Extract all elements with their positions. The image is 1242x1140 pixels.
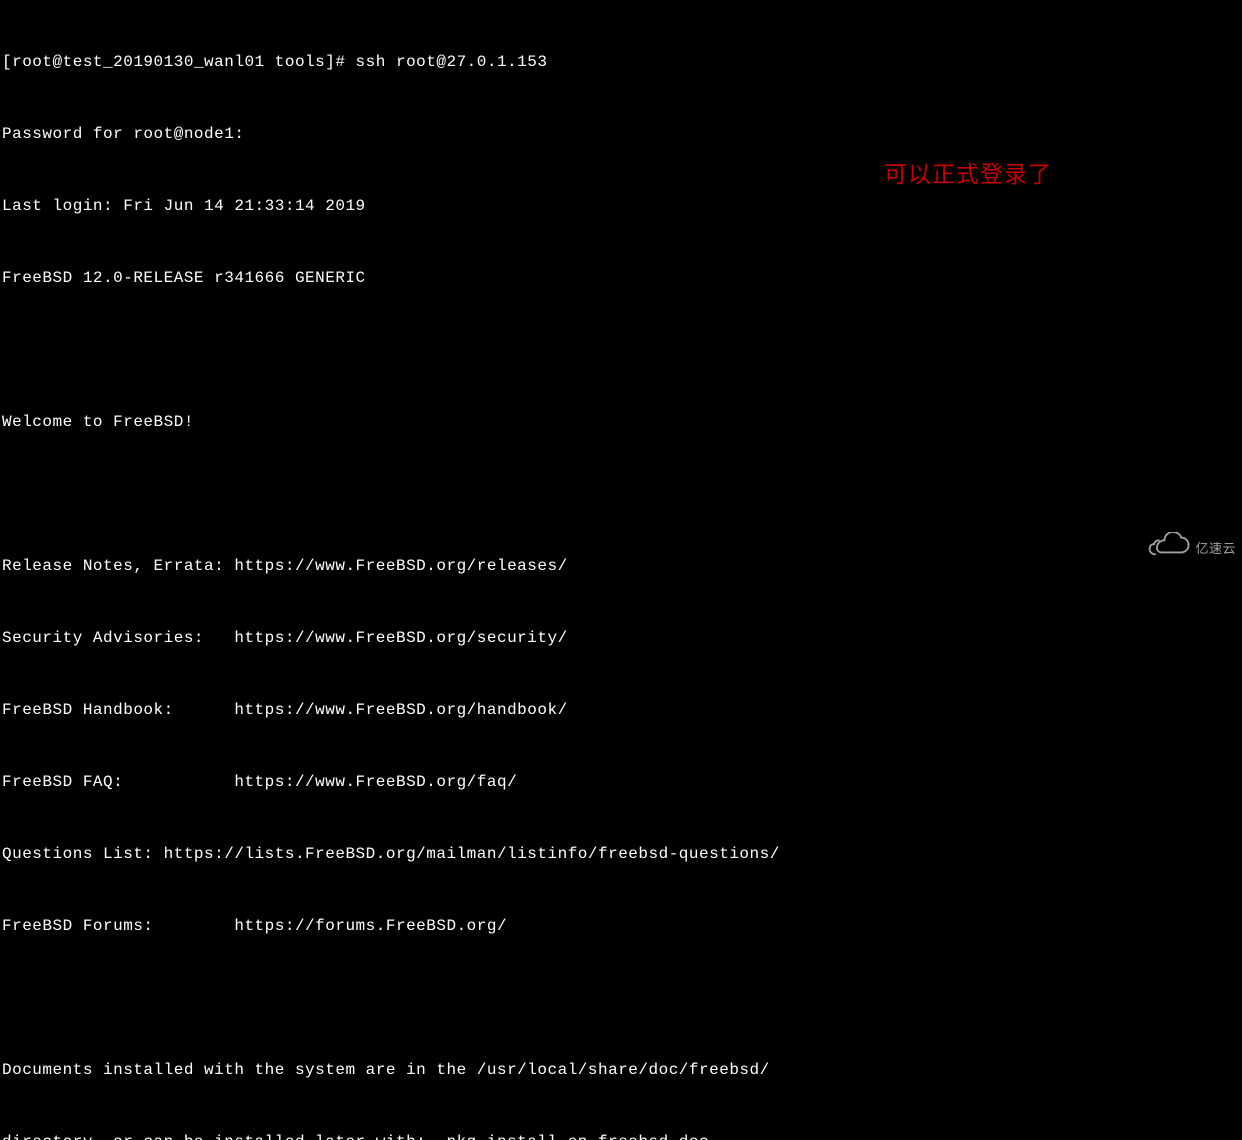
terminal-line (2, 338, 1242, 362)
annotation-text: 可以正式登录了 (884, 157, 1052, 192)
terminal-line: Welcome to FreeBSD! (2, 410, 1242, 434)
terminal-line (2, 482, 1242, 506)
terminal-line: Documents installed with the system are … (2, 1058, 1242, 1082)
terminal-line: FreeBSD Forums: https://forums.FreeBSD.o… (2, 914, 1242, 938)
terminal-line: Security Advisories: https://www.FreeBSD… (2, 626, 1242, 650)
terminal-line (2, 986, 1242, 1010)
terminal-line: FreeBSD 12.0-RELEASE r341666 GENERIC (2, 266, 1242, 290)
terminal-line: [root@test_20190130_wanl01 tools]# ssh r… (2, 50, 1242, 74)
terminal-line: FreeBSD FAQ: https://www.FreeBSD.org/faq… (2, 770, 1242, 794)
terminal-line: FreeBSD Handbook: https://www.FreeBSD.or… (2, 698, 1242, 722)
terminal-line: directory, or can be installed later wit… (2, 1130, 1242, 1140)
terminal-line: Questions List: https://lists.FreeBSD.or… (2, 842, 1242, 866)
terminal-line: Last login: Fri Jun 14 21:33:14 2019 (2, 194, 1242, 218)
watermark-label: 亿速云 (1195, 539, 1236, 559)
watermark: 亿速云 (1147, 532, 1236, 566)
terminal-line: Password for root@node1: (2, 122, 1242, 146)
cloud-icon (1147, 532, 1193, 566)
terminal-line: Release Notes, Errata: https://www.FreeB… (2, 554, 1242, 578)
terminal-output[interactable]: [root@test_20190130_wanl01 tools]# ssh r… (2, 2, 1242, 1140)
